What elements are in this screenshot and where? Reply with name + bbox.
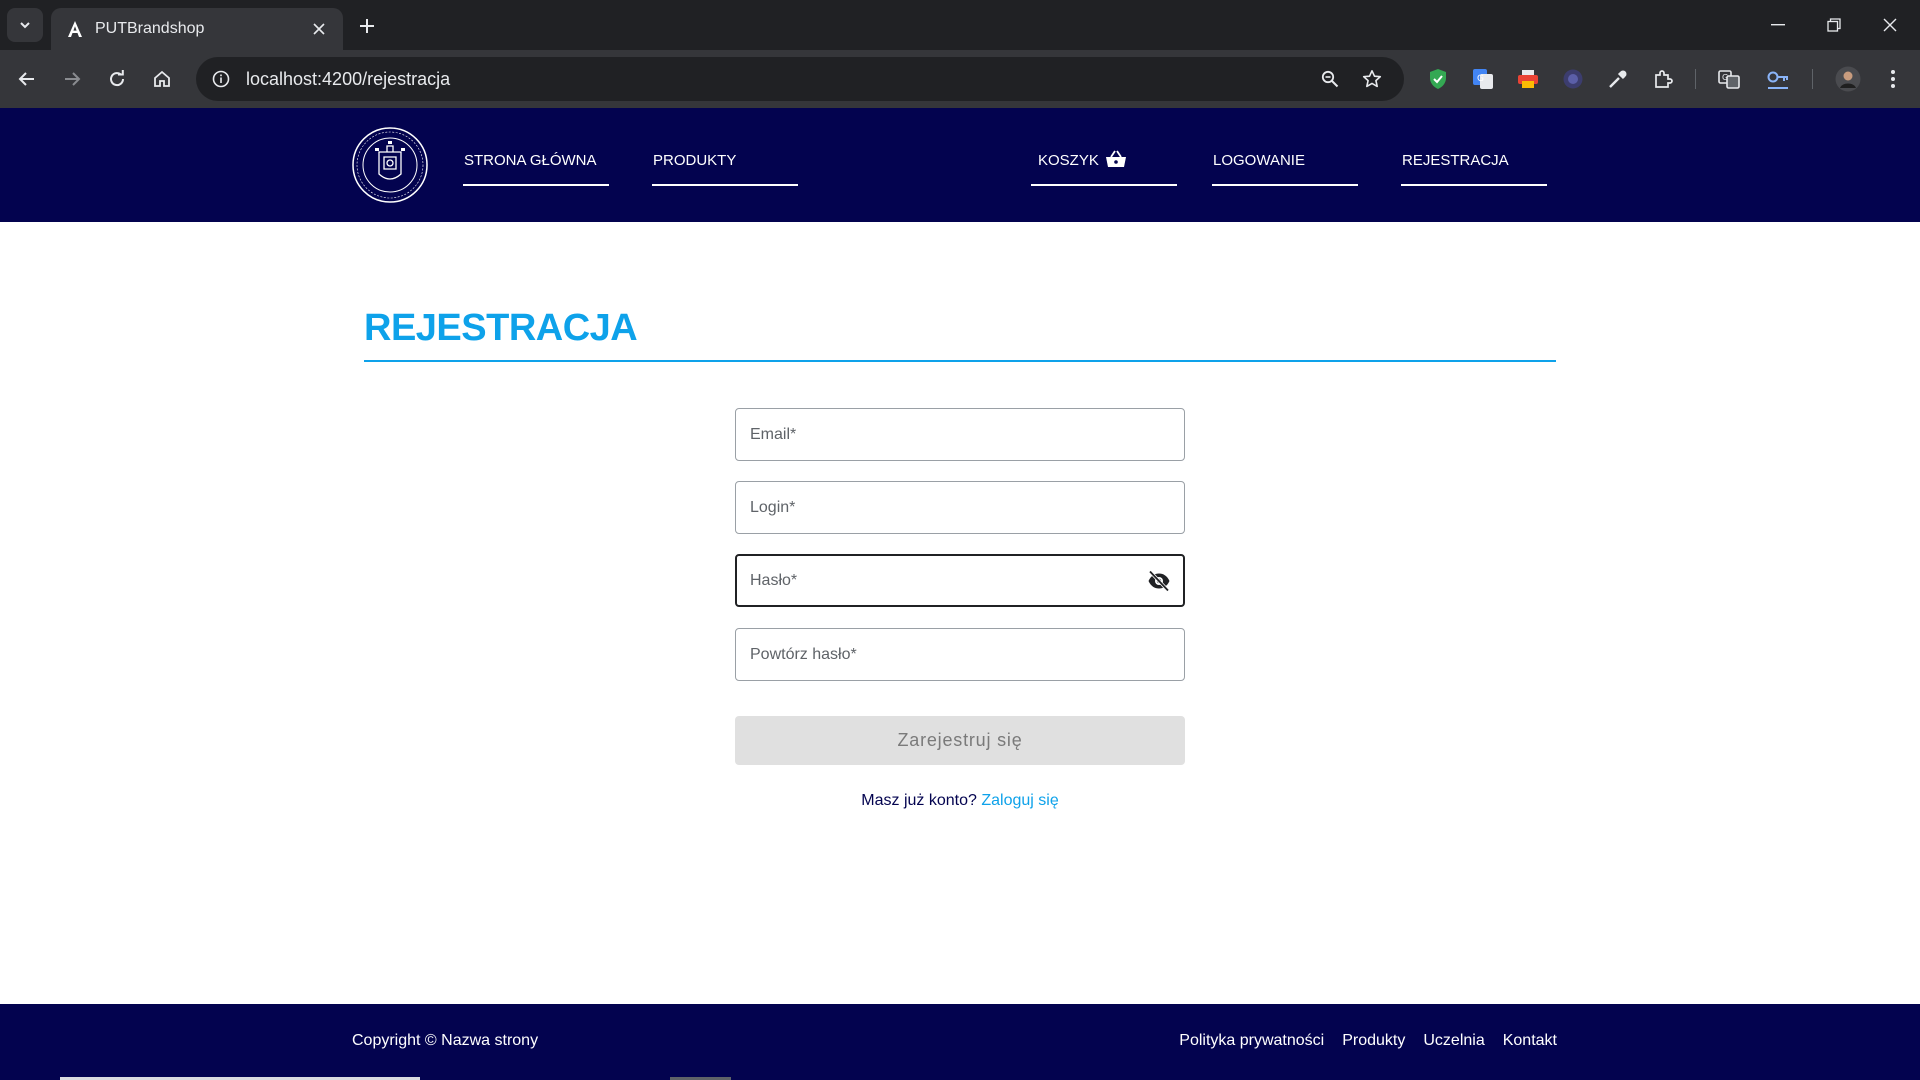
browser-tab-active[interactable]: PUTBrandshop bbox=[51, 8, 343, 50]
nav-register[interactable]: REJESTRACJA bbox=[1401, 152, 1547, 186]
footer-link-university[interactable]: Uczelnia bbox=[1423, 1032, 1484, 1050]
nav-home[interactable]: STRONA GŁÓWNA bbox=[463, 152, 609, 186]
copyright-text: Copyright © Nazwa strony bbox=[352, 1032, 539, 1049]
nav-home-label: STRONA GŁÓWNA bbox=[464, 152, 597, 169]
printer-extension-icon[interactable] bbox=[1512, 63, 1544, 95]
bookmark-star-icon[interactable] bbox=[1354, 61, 1390, 97]
footer-link-contact[interactable]: Kontakt bbox=[1503, 1032, 1557, 1050]
email-field[interactable] bbox=[735, 408, 1185, 461]
repeat-password-input[interactable] bbox=[736, 629, 1184, 680]
url-text: localhost:4200/rejestracja bbox=[246, 68, 451, 89]
reload-icon[interactable] bbox=[100, 62, 134, 96]
page-title: REJESTRACJA bbox=[364, 307, 638, 349]
login-field[interactable] bbox=[735, 481, 1185, 534]
footer-links: Polityka prywatności Produkty Uczelnia K… bbox=[1179, 1032, 1557, 1050]
nav-login[interactable]: LOGOWANIE bbox=[1212, 152, 1358, 186]
new-tab-plus-icon[interactable] bbox=[353, 12, 381, 40]
kebab-menu-icon[interactable] bbox=[1877, 63, 1909, 95]
nav-cart[interactable]: KOSZYK bbox=[1031, 150, 1177, 186]
svg-text:G: G bbox=[1722, 73, 1728, 82]
chevron-down-icon bbox=[20, 22, 30, 29]
login-prompt-text: Masz już konto? bbox=[861, 792, 977, 809]
close-window-icon[interactable] bbox=[1862, 0, 1918, 50]
nav-register-label: REJESTRACJA bbox=[1402, 152, 1509, 169]
translate-page-icon[interactable]: G bbox=[1713, 63, 1745, 95]
basket-icon bbox=[1105, 150, 1126, 167]
nav-products-label: PRODUKTY bbox=[653, 152, 737, 169]
extensions-puzzle-icon[interactable] bbox=[1647, 63, 1679, 95]
university-logo[interactable] bbox=[351, 126, 429, 204]
google-translate-extension-icon[interactable]: G bbox=[1467, 63, 1499, 95]
toolbar-separator bbox=[1812, 69, 1813, 89]
register-button[interactable]: Zarejestruj się bbox=[735, 716, 1185, 765]
back-arrow-icon[interactable] bbox=[10, 62, 44, 96]
browser-toolbar: localhost:4200/rejestracja G G bbox=[0, 50, 1920, 108]
login-input[interactable] bbox=[736, 482, 1184, 533]
shield-extension-icon[interactable] bbox=[1422, 63, 1454, 95]
address-bar[interactable]: localhost:4200/rejestracja bbox=[196, 57, 1404, 101]
nav-login-label: LOGOWANIE bbox=[1213, 152, 1305, 169]
footer-link-privacy[interactable]: Polityka prywatności bbox=[1179, 1032, 1324, 1050]
browser-tabstrip: PUTBrandshop bbox=[0, 0, 1920, 50]
site-header: STRONA GŁÓWNA PRODUKTY KOSZYK LOGOWANIE … bbox=[0, 108, 1920, 222]
eye-off-icon bbox=[1148, 569, 1170, 592]
minimize-window-icon[interactable] bbox=[1750, 0, 1806, 50]
login-link[interactable]: Zaloguj się bbox=[981, 792, 1058, 809]
password-field[interactable] bbox=[735, 554, 1185, 607]
login-hint: Masz już konto? Zaloguj się bbox=[735, 792, 1185, 810]
site-footer: Copyright © Nazwa strony Polityka prywat… bbox=[0, 1004, 1920, 1080]
repeat-password-field[interactable] bbox=[735, 628, 1185, 681]
forward-arrow-icon[interactable] bbox=[55, 62, 89, 96]
title-divider bbox=[364, 360, 1556, 362]
home-icon[interactable] bbox=[145, 62, 179, 96]
eyedropper-extension-icon[interactable] bbox=[1602, 63, 1634, 95]
nav-cart-label: KOSZYK bbox=[1038, 152, 1099, 169]
zoom-icon[interactable] bbox=[1312, 61, 1348, 97]
svg-text:G: G bbox=[1477, 74, 1484, 84]
puzzle-circle-extension-icon[interactable] bbox=[1557, 63, 1589, 95]
site-info-icon[interactable] bbox=[206, 64, 236, 94]
tab-search-button[interactable] bbox=[7, 8, 43, 42]
profile-avatar-icon[interactable] bbox=[1832, 63, 1864, 95]
angular-favicon-icon bbox=[65, 19, 85, 39]
footer-link-products[interactable]: Produkty bbox=[1342, 1032, 1405, 1050]
password-visibility-toggle[interactable] bbox=[1139, 561, 1179, 601]
tab-close-icon[interactable] bbox=[307, 17, 331, 41]
password-key-icon[interactable] bbox=[1762, 63, 1794, 95]
nav-products[interactable]: PRODUKTY bbox=[652, 152, 798, 186]
password-input[interactable] bbox=[737, 556, 1139, 605]
toolbar-separator bbox=[1695, 69, 1696, 89]
email-input[interactable] bbox=[736, 409, 1184, 460]
tab-title: PUTBrandshop bbox=[95, 20, 205, 37]
restore-window-icon[interactable] bbox=[1806, 0, 1862, 50]
